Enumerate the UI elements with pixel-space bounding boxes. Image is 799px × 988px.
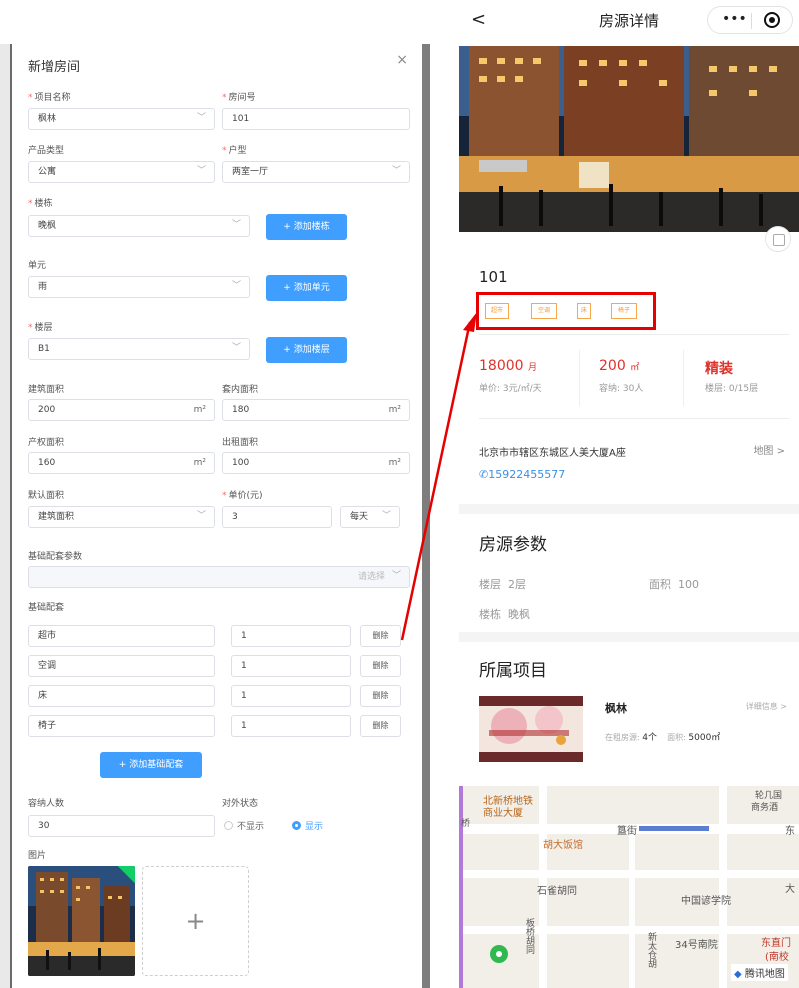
annotation-arrow [400, 312, 477, 641]
